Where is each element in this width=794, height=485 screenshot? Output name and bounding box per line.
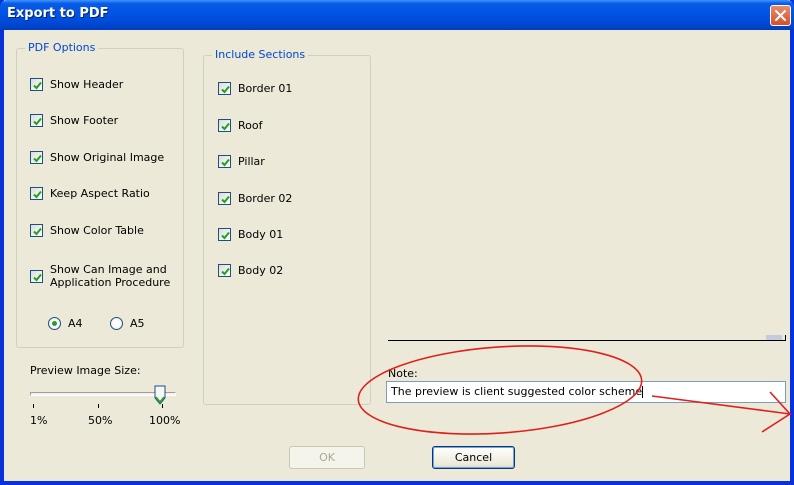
title-bar[interactable]: Export to PDF [0,0,794,30]
checkbox-show-footer[interactable]: Show Footer [30,114,118,127]
checkbox-show-can-image[interactable]: Show Can Image and Application Procedure [30,263,170,289]
checkbox-box[interactable] [218,228,231,241]
checkbox-show-header[interactable]: Show Header [30,78,123,91]
checkbox-box[interactable] [30,151,43,164]
checkbox-label: Pillar [238,155,265,168]
checkbox-label: Body 02 [238,264,284,277]
checkbox-keep-aspect-ratio[interactable]: Keep Aspect Ratio [30,187,150,200]
note-label: Note: [388,367,418,380]
checkbox-box[interactable] [30,78,43,91]
checkbox-body-02[interactable]: Body 02 [218,264,283,277]
note-input[interactable]: The preview is client suggested color sc… [386,381,786,403]
text-caret [642,386,644,398]
checkbox-pillar[interactable]: Pillar [218,155,265,168]
check-icon [33,227,42,236]
checkbox-box[interactable] [218,192,231,205]
check-icon [221,158,230,167]
checkbox-box[interactable] [30,114,43,127]
checkbox-label-line1: Show Can Image and [50,263,167,276]
checkbox-label: Show Header [50,78,124,91]
radio-dot [52,321,57,326]
note-text: The preview is client suggested color sc… [391,385,643,398]
check-icon [221,231,230,240]
radio-button[interactable] [110,317,123,330]
checkbox-roof[interactable]: Roof [218,119,262,132]
check-icon [33,190,42,199]
checkbox-box[interactable] [30,270,43,283]
checkbox-label: Show Original Image [50,151,165,164]
checkbox-label: Keep Aspect Ratio [50,187,150,200]
checkbox-box[interactable] [30,187,43,200]
slider-tick [33,404,34,408]
preview-size-label: Preview Image Size: [30,364,141,377]
include-sections-title: Include Sections [212,48,309,61]
checkbox-box[interactable] [218,264,231,277]
checkbox-label-line2: Application Procedure [50,276,171,289]
checkbox-show-color-table[interactable]: Show Color Table [30,224,144,237]
check-icon [221,267,230,276]
check-icon [221,195,230,204]
radio-a5[interactable]: A5 [110,317,145,330]
tick-label-1: 1% [30,414,48,427]
window-title: Export to PDF [7,6,109,21]
checkbox-label: Body 01 [238,228,284,241]
pdf-options-title: PDF Options [25,41,99,54]
check-icon [33,273,42,282]
checkbox-border-02[interactable]: Border 02 [218,192,292,205]
check-icon [33,154,42,163]
radio-button[interactable] [48,317,61,330]
preview-area-corner [785,335,786,341]
checkbox-label: Show Footer [50,114,119,127]
checkbox-label: Border 01 [238,82,293,95]
checkbox-label: Border 02 [238,192,293,205]
ok-label: OK [319,451,335,464]
checkbox-label: Show Can Image and Application Procedure [50,263,170,289]
checkbox-label: Show Color Table [50,224,144,237]
preview-area-border [388,340,786,341]
ok-button[interactable]: OK [289,446,365,469]
radio-label: A5 [130,317,145,330]
preview-scroll-indicator [766,335,782,340]
slider-thumb[interactable] [154,385,166,405]
check-icon [33,117,42,126]
check-icon [33,81,42,90]
checkbox-show-original-image[interactable]: Show Original Image [30,151,164,164]
checkbox-box[interactable] [218,155,231,168]
tick-label-50: 50% [88,414,113,427]
checkbox-label: Roof [238,119,263,132]
slider-tick [162,404,163,408]
checkbox-border-01[interactable]: Border 01 [218,82,292,95]
radio-a4[interactable]: A4 [48,317,83,330]
cancel-button[interactable]: Cancel [432,446,515,469]
checkbox-body-01[interactable]: Body 01 [218,228,283,241]
checkbox-box[interactable] [218,119,231,132]
check-icon [221,122,230,131]
slider-tick [98,404,99,408]
close-icon [775,10,786,21]
checkbox-box[interactable] [30,224,43,237]
cancel-label: Cancel [454,451,493,464]
radio-label: A4 [68,317,83,330]
close-button[interactable] [770,5,791,26]
check-icon [221,85,230,94]
tick-label-100: 100% [149,414,181,427]
checkbox-box[interactable] [218,82,231,95]
